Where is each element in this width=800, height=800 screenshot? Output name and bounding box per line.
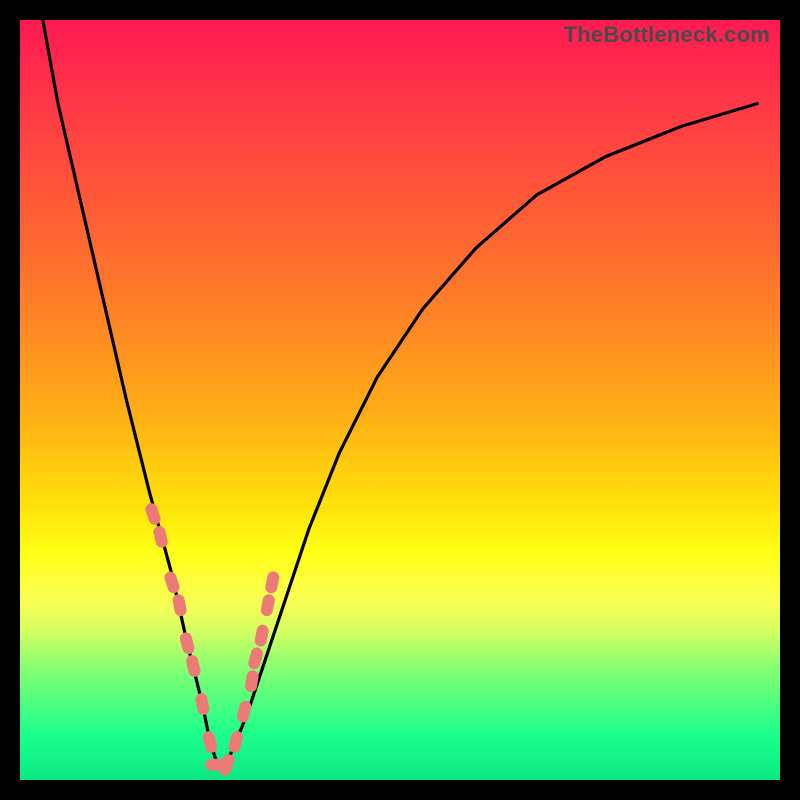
bottleneck-curve-line — [43, 20, 757, 765]
marker-dash — [185, 654, 202, 678]
marker-dash — [264, 570, 280, 594]
marker-dash — [260, 593, 276, 617]
marker-dash — [227, 730, 244, 754]
marker-dash — [163, 570, 181, 595]
marker-dash — [152, 525, 169, 549]
marker-group — [144, 502, 281, 778]
marker-dash — [236, 699, 253, 723]
marker-dash — [194, 692, 210, 716]
marker-dash — [201, 730, 218, 754]
marker-dash — [179, 631, 196, 655]
marker-dash — [172, 593, 188, 617]
marker-dash — [244, 669, 259, 693]
chart-svg — [20, 20, 780, 780]
marker-dash — [254, 624, 270, 648]
chart-frame: TheBottleneck.com — [0, 0, 800, 800]
chart-plot-area: TheBottleneck.com — [20, 20, 780, 780]
